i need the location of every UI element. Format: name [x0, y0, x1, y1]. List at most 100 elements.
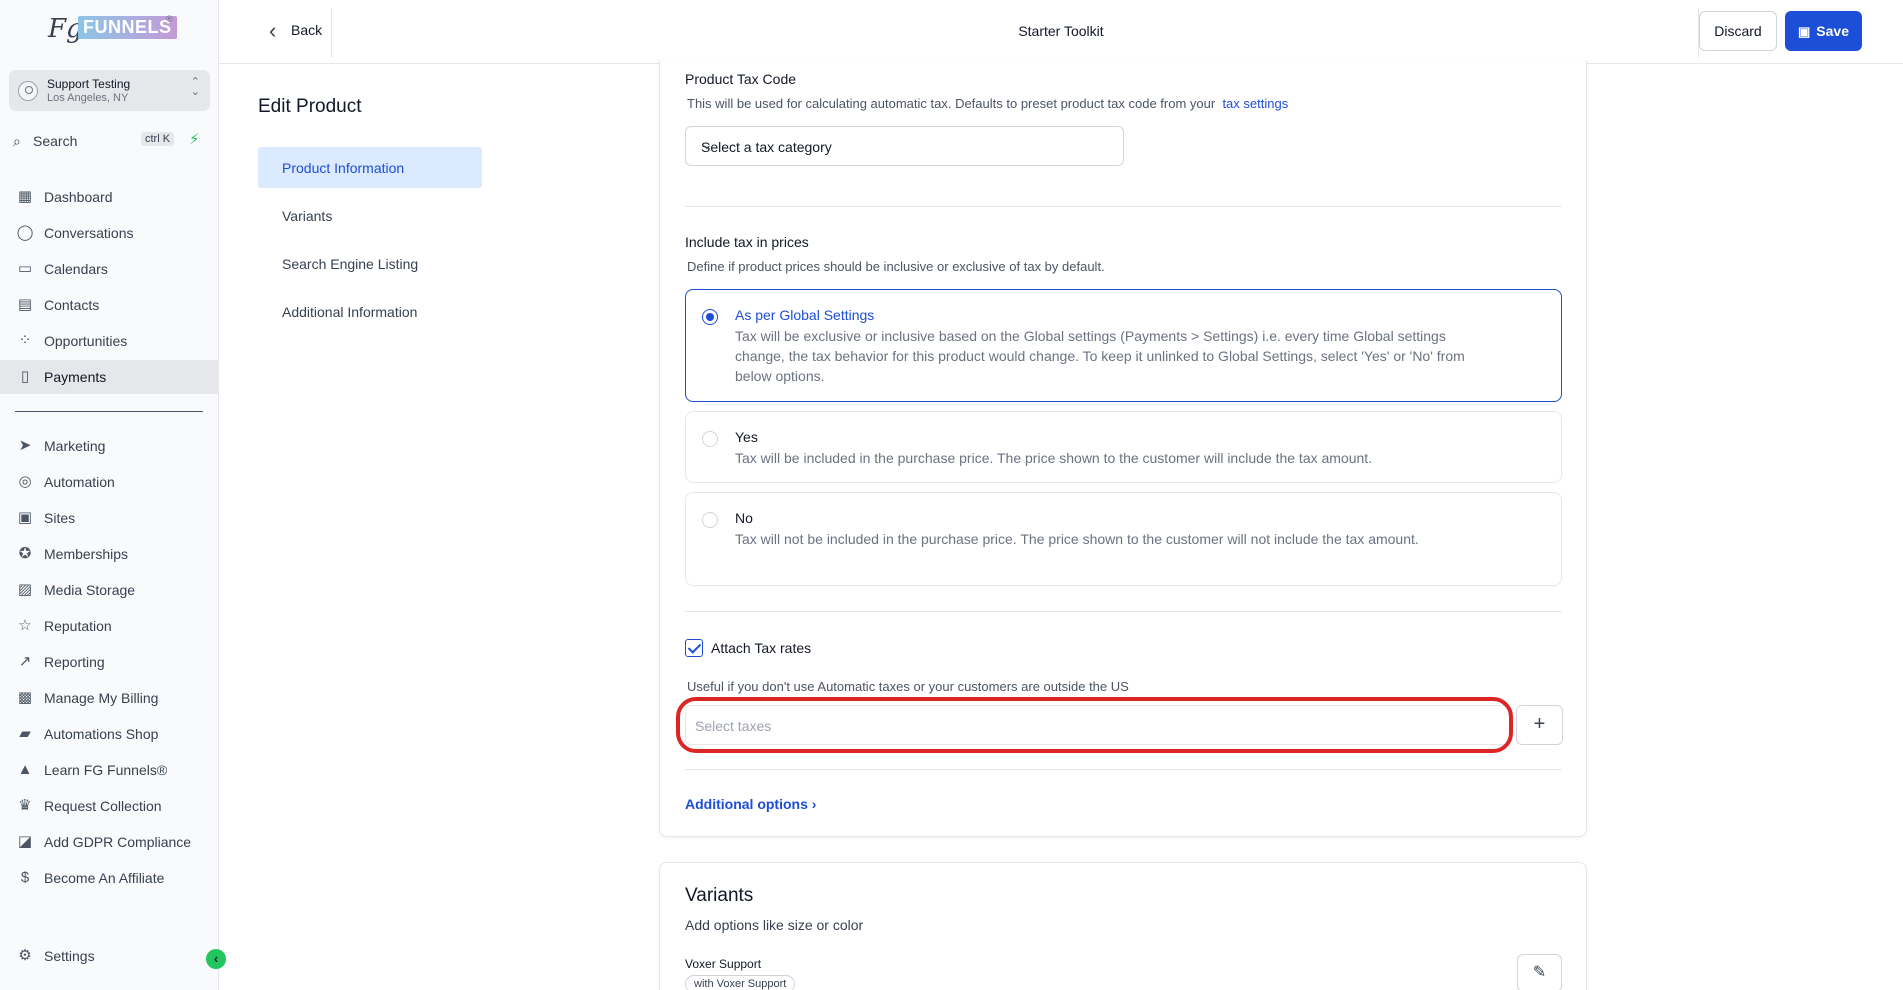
sidebar-item-label: Reporting — [44, 654, 105, 670]
tax-settings-link[interactable]: tax settings — [1222, 96, 1288, 111]
sidebar-item-label: Opportunities — [44, 333, 128, 349]
badge-icon: ✪ — [18, 545, 32, 562]
sidebar-item-label: Automation — [44, 474, 115, 490]
save-button[interactable]: ▣ Save — [1785, 11, 1862, 51]
dollar-icon: $ — [20, 869, 30, 886]
sidebar-item-automations-shop[interactable]: ▰ Automations Shop — [0, 717, 219, 751]
variants-subtitle: Add options like size or color — [685, 917, 864, 933]
additional-options-link[interactable]: Additional options › — [685, 796, 816, 812]
collapse-sidebar-button[interactable]: ‹ — [206, 949, 226, 969]
sidebar-item-contacts[interactable]: ▤ Contacts — [0, 288, 219, 322]
subnav-search-engine-listing[interactable]: Search Engine Listing — [258, 243, 482, 284]
tax-code-label: Product Tax Code — [685, 71, 797, 87]
variant-option-chip: with Voxer Support — [685, 975, 796, 990]
sidebar-item-automation[interactable]: ◎ Automation — [0, 465, 219, 499]
chat-icon: ◯ — [16, 224, 34, 241]
radio-option-desc: Tax will be exclusive or inclusive based… — [735, 328, 1465, 384]
sidebar-item-label: Add GDPR Compliance — [44, 834, 192, 850]
account-location: Los Angeles, NY — [47, 92, 129, 104]
edit-variants-button[interactable]: ✎ — [1517, 954, 1562, 990]
payments-icon: ▯ — [20, 368, 30, 385]
sidebar-item-affiliate[interactable]: $ Become An Affiliate — [0, 861, 219, 895]
dashboard-icon: ▦ — [17, 188, 33, 205]
radio-option-global[interactable]: As per Global Settings Tax will be exclu… — [685, 289, 1562, 402]
radio-option-desc: Tax will be included in the purchase pri… — [735, 450, 1373, 466]
divider — [685, 206, 1562, 207]
include-tax-help: Define if product prices should be inclu… — [687, 259, 1105, 274]
sidebar-item-memberships[interactable]: ✪ Memberships — [0, 537, 219, 571]
logo-funnels: FUNNELS — [78, 16, 177, 39]
chevron-updown-icon: ⌃ ⌄ — [190, 76, 200, 98]
brand-logo[interactable]: Fg FUNNELS ® — [48, 14, 177, 54]
sidebar-item-label: Request Collection — [44, 798, 162, 814]
subnav-additional-information[interactable]: Additional Information — [258, 291, 482, 332]
automation-icon: ◎ — [18, 473, 32, 490]
sidebar-item-dashboard[interactable]: ▦ Dashboard — [0, 180, 219, 214]
search-icon: ⌕ — [13, 133, 21, 149]
sidebar-divider — [15, 411, 203, 412]
sidebar-item-label: Dashboard — [44, 189, 113, 205]
sidebar-item-payments[interactable]: ▯ Payments — [0, 360, 219, 394]
sidebar-item-conversations[interactable]: ◯ Conversations — [0, 216, 219, 250]
opportunities-icon: ⁘ — [18, 332, 32, 349]
cart-icon: ▰ — [19, 725, 31, 742]
radio-button[interactable] — [702, 309, 718, 325]
attach-tax-rates-checkbox[interactable] — [685, 639, 703, 657]
search-shortcut: ctrl K — [141, 132, 175, 146]
radio-option-no[interactable]: No Tax will not be included in the purch… — [685, 492, 1562, 586]
add-tax-button[interactable]: + — [1516, 705, 1563, 745]
sidebar-item-gdpr[interactable]: ◪ Add GDPR Compliance — [0, 825, 219, 859]
sidebar-search[interactable]: ⌕ Search ctrl K ⚡ — [13, 130, 209, 152]
sidebar-item-settings[interactable]: ⚙ Settings — [0, 939, 219, 973]
sidebar-item-marketing[interactable]: ➤ Marketing — [0, 429, 219, 463]
discard-button[interactable]: Discard — [1699, 11, 1777, 51]
sites-icon: ▣ — [17, 509, 33, 526]
select-taxes-input[interactable]: Select taxes ⌄ — [685, 705, 1512, 745]
sidebar-item-label: Sites — [44, 510, 76, 526]
sidebar-item-label: Manage My Billing — [44, 690, 159, 706]
subnav-product-information[interactable]: Product Information — [258, 147, 482, 188]
variants-card: Variants Add options like size or color … — [659, 862, 1587, 990]
sidebar-item-calendars[interactable]: ▭ Calendars — [0, 252, 219, 286]
radio-button[interactable] — [702, 431, 718, 447]
send-icon: ➤ — [18, 437, 32, 454]
sidebar-item-media-storage[interactable]: ▨ Media Storage — [0, 573, 219, 607]
sidebar-item-label: Contacts — [44, 297, 100, 313]
page-title: Starter Toolkit — [1018, 23, 1104, 39]
logo-registered: ® — [166, 14, 173, 24]
variant-name: Voxer Support — [685, 957, 762, 971]
tax-code-help: This will be used for calculating automa… — [687, 96, 1288, 111]
sidebar-item-reputation[interactable]: ☆ Reputation — [0, 609, 219, 643]
subnav-variants[interactable]: Variants — [258, 195, 482, 236]
subnav-label: Search Engine Listing — [282, 256, 419, 272]
attach-tax-rates-help: Useful if you don't use Automatic taxes … — [687, 679, 1129, 694]
top-bar: ‹ Back Starter Toolkit Discard ▣ Save — [219, 0, 1903, 64]
account-switcher[interactable]: Support Testing Los Angeles, NY ⌃ ⌄ — [9, 70, 210, 111]
divider — [685, 611, 1562, 612]
sidebar-item-request-collection[interactable]: ♛ Request Collection — [0, 789, 219, 823]
search-label: Search — [33, 133, 78, 149]
radio-option-yes[interactable]: Yes Tax will be included in the purchase… — [685, 411, 1562, 483]
sidebar-item-label: Memberships — [44, 546, 129, 562]
subnav-label: Variants — [282, 208, 333, 224]
gear-icon: ⚙ — [18, 947, 32, 964]
bolt-icon[interactable]: ⚡ — [189, 130, 200, 148]
tax-code-help-text: This will be used for calculating automa… — [687, 96, 1216, 111]
subnav-label: Additional Information — [282, 304, 418, 320]
image-icon: ▨ — [17, 581, 33, 598]
sidebar-item-label: Automations Shop — [44, 726, 159, 742]
radio-button[interactable] — [702, 512, 718, 528]
tax-category-select[interactable]: Select a tax category ⌄ — [685, 126, 1124, 166]
chevron-down-icon: ⌄ — [695, 718, 704, 729]
radio-option-title: As per Global Settings — [735, 307, 875, 323]
sidebar-item-manage-billing[interactable]: ▩ Manage My Billing — [0, 681, 219, 715]
sidebar-item-learn[interactable]: ▲ Learn FG Funnels® — [0, 753, 219, 787]
save-label: Save — [1816, 22, 1849, 39]
sidebar-item-reporting[interactable]: ↗ Reporting — [0, 645, 219, 679]
divider — [685, 769, 1562, 770]
sidebar-item-sites[interactable]: ▣ Sites — [0, 501, 219, 535]
sidebar-item-label: Media Storage — [44, 582, 136, 598]
sidebar-item-label: Payments — [44, 369, 107, 385]
sidebar-item-opportunities[interactable]: ⁘ Opportunities — [0, 324, 219, 358]
product-information-card: Product Tax Code This will be used for c… — [659, 60, 1587, 837]
